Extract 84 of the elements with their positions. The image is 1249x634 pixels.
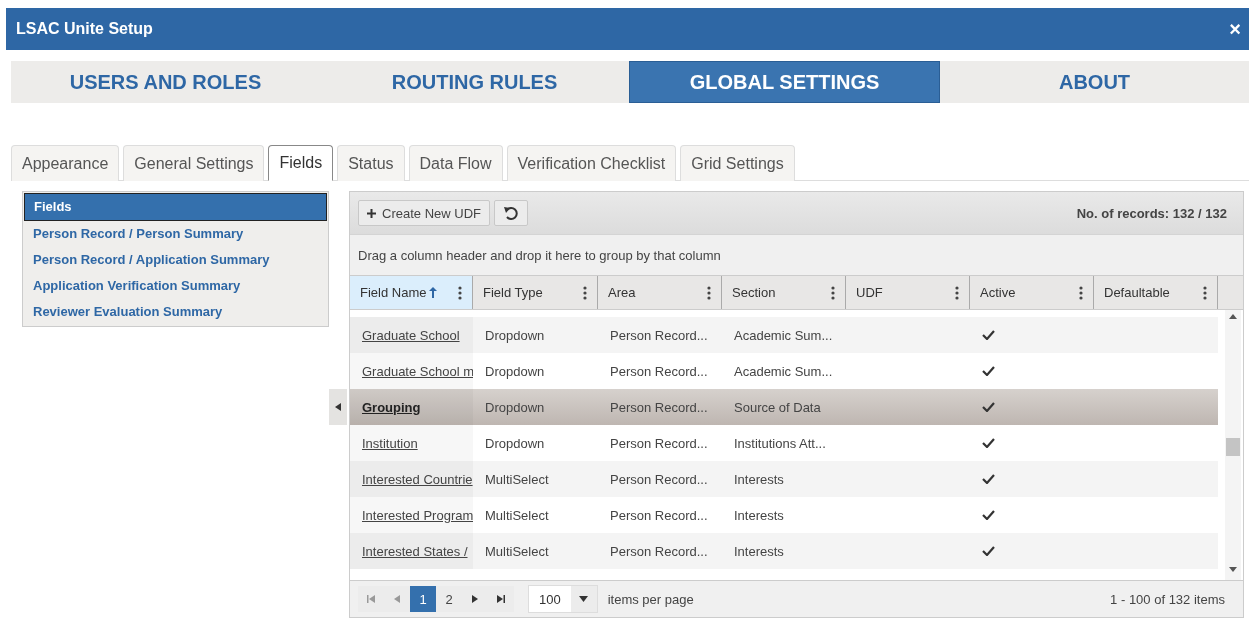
first-page-icon <box>367 595 375 603</box>
column-title: Active <box>980 285 1016 300</box>
create-udf-button[interactable]: Create New UDF <box>358 200 490 226</box>
scroll-down-icon[interactable] <box>1229 567 1237 572</box>
table-row[interactable]: Interested Countrie MultiSelect Person Record... Interests <box>350 461 1218 497</box>
table-cell: Dropdown <box>485 327 545 343</box>
column-title: Area <box>608 285 636 300</box>
column-menu-icon[interactable] <box>583 285 587 300</box>
close-button[interactable]: × <box>1227 17 1243 41</box>
settings-tab[interactable]: General Settings <box>123 145 265 181</box>
group-hint: Drag a column header and drop it here to group by that column <box>350 235 1243 276</box>
item-range: 1 - 100 of 132 items <box>1110 591 1225 607</box>
plus-icon <box>367 208 376 218</box>
caret-icon <box>579 596 589 602</box>
last-page-icon <box>497 595 505 603</box>
page-button[interactable]: 2 <box>436 586 462 612</box>
settings-tab[interactable]: Data Flow <box>408 145 503 181</box>
scroll-up-icon[interactable] <box>1229 314 1237 319</box>
sidebar-item[interactable]: Person Record / Application Summary <box>24 247 327 273</box>
column-header[interactable]: Defaultable <box>1094 276 1218 309</box>
last-page-button[interactable] <box>488 586 514 612</box>
column-menu-icon[interactable] <box>458 285 462 300</box>
column-title: UDF <box>856 285 883 300</box>
table-cell: Person Record... <box>610 543 708 559</box>
scrollbar[interactable] <box>1225 310 1241 580</box>
column-header[interactable]: Active <box>970 276 1094 309</box>
table-cell: Source of Data <box>734 399 821 415</box>
nav-tab[interactable]: GLOBAL SETTINGS <box>629 61 940 103</box>
table-cell: Institutions Att... <box>734 435 826 451</box>
column-title: Defaultable <box>1104 285 1170 300</box>
settings-tab[interactable]: Verification Checklist <box>506 145 677 181</box>
undo-icon <box>502 205 519 221</box>
settings-tab[interactable]: Status <box>337 145 405 181</box>
sidebar-item[interactable]: Application Verification Summary <box>24 273 327 299</box>
scroll-thumb[interactable] <box>1226 438 1240 456</box>
table-cell: Dropdown <box>485 435 545 451</box>
table-row[interactable]: Graduate School Dropdown Person Record... Academic Sum... <box>350 317 1218 353</box>
column-menu-icon[interactable] <box>1203 285 1207 300</box>
sidebar-item[interactable]: Fields <box>24 193 327 221</box>
table-row[interactable]: Interested States / MultiSelect Person Record... Interests <box>350 533 1218 569</box>
column-header[interactable]: Area <box>598 276 722 309</box>
window-title: LSAC Unite Setup <box>16 20 153 38</box>
table-cell: Person Record... <box>610 435 708 451</box>
sidebar-item[interactable]: Reviewer Evaluation Summary <box>24 299 327 325</box>
table-cell: Dropdown <box>485 363 545 379</box>
table-cell: Person Record... <box>610 399 708 415</box>
table-cell: Person Record... <box>610 507 708 523</box>
table-cell: MultiSelect <box>485 471 549 487</box>
column-header[interactable]: UDF <box>846 276 970 309</box>
settings-tab[interactable]: Appearance <box>11 145 120 181</box>
record-count: No. of records: 132 / 132 <box>1076 205 1227 221</box>
reset-button[interactable] <box>493 200 528 226</box>
column-title: Section <box>732 285 776 300</box>
table-cell: Academic Sum... <box>734 363 833 379</box>
table-cell: MultiSelect <box>485 543 549 559</box>
table-cell: MultiSelect <box>485 507 549 523</box>
column-menu-icon[interactable] <box>707 285 711 300</box>
column-menu-icon[interactable] <box>831 285 835 300</box>
table-cell: Person Record... <box>610 363 708 379</box>
table-cell: Interests <box>734 507 784 523</box>
table-cell: Interests <box>734 471 784 487</box>
per-page-label: items per page <box>607 591 694 607</box>
sidebar-item[interactable]: Person Record / Person Summary <box>24 221 327 247</box>
column-title: Field Name <box>360 285 427 300</box>
page-button[interactable]: 1 <box>410 586 436 612</box>
page-size-dropdown[interactable]: 100 <box>528 585 598 613</box>
table-cell: Dropdown <box>485 399 545 415</box>
caret-left-icon <box>335 403 341 411</box>
collapse-button[interactable] <box>329 389 347 425</box>
column-header[interactable]: Section <box>722 276 846 309</box>
settings-tab[interactable]: Grid Settings <box>680 145 795 181</box>
column-title: Field Type <box>483 285 543 300</box>
table-cell: Person Record... <box>610 327 708 343</box>
column-menu-icon[interactable] <box>955 285 959 300</box>
column-header[interactable]: Field Type <box>473 276 598 309</box>
settings-tab[interactable]: Fields <box>268 145 334 181</box>
column-menu-icon[interactable] <box>1079 285 1083 300</box>
previous-page-icon <box>394 595 400 603</box>
table-cell: Academic Sum... <box>734 327 833 343</box>
next-page-icon <box>472 595 478 603</box>
table-cell: Person Record... <box>610 471 708 487</box>
column-header[interactable]: Field Name <box>350 276 473 309</box>
table-row[interactable]: Grouping Dropdown Person Record... Source of Data <box>350 389 1218 425</box>
table-cell: Interests <box>734 543 784 559</box>
